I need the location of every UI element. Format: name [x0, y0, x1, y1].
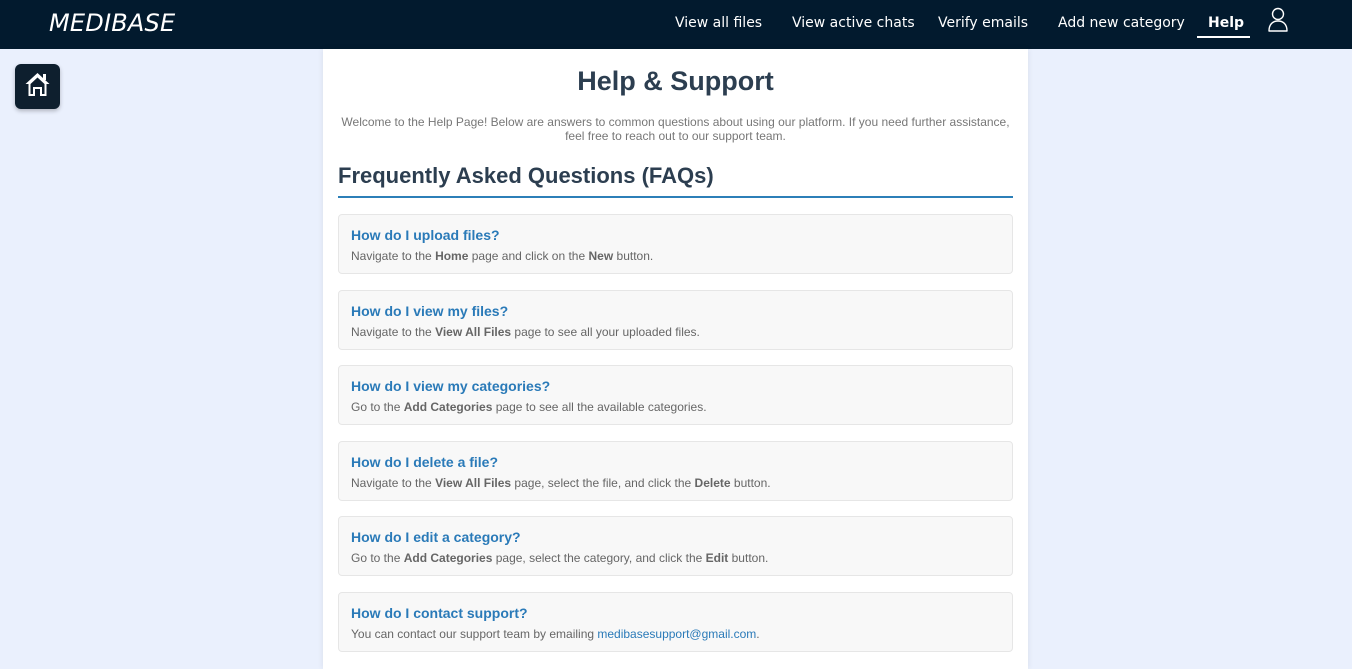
faq-answer: Go to the Add Categories page, select th…	[351, 551, 769, 565]
faq-question: How do I edit a category?	[351, 529, 521, 545]
page-title: Help & Support	[577, 66, 774, 96]
faq-item: How do I delete a file? Navigate to the …	[338, 441, 1013, 501]
faq-question: How do I view my categories?	[351, 378, 551, 394]
faq-answer: Navigate to the Home page and click on t…	[351, 249, 654, 263]
faq-question: How do I contact support?	[351, 605, 528, 621]
nav-add-new-category[interactable]: Add new category	[1058, 14, 1185, 32]
support-email-link[interactable]: medibasesupport@gmail.com	[597, 627, 756, 641]
faq-question: How do I delete a file?	[351, 454, 499, 470]
user-icon[interactable]	[1266, 7, 1290, 33]
faq-question: How do I upload files?	[351, 227, 500, 243]
brand-logo[interactable]: MEDIBASE	[49, 9, 175, 37]
faq-divider	[338, 196, 1013, 198]
home-icon	[25, 73, 50, 96]
faq-item: How do I view my files? Navigate to the …	[338, 290, 1013, 350]
faq-answer: Navigate to the View All Files page, sel…	[351, 476, 771, 490]
faq-heading: Frequently Asked Questions (FAQs)	[338, 163, 714, 188]
help-content-card: Help & Support Welcome to the Help Page!…	[323, 49, 1028, 669]
faq-question: How do I view my files?	[351, 303, 509, 319]
active-nav-indicator	[1197, 36, 1250, 38]
faq-answer: You can contact our support team by emai…	[351, 627, 760, 641]
nav-verify-emails[interactable]: Verify emails	[938, 14, 1028, 32]
faq-item: How do I upload files? Navigate to the H…	[338, 214, 1013, 274]
faq-item: How do I view my categories? Go to the A…	[338, 365, 1013, 425]
faq-answer: Go to the Add Categories page to see all…	[351, 400, 707, 414]
intro-text: Welcome to the Help Page! Below are answ…	[341, 115, 1010, 143]
faq-answer: Navigate to the View All Files page to s…	[351, 325, 700, 339]
top-navbar: MEDIBASE View all files View active chat…	[0, 0, 1352, 49]
home-button[interactable]	[15, 64, 60, 109]
faq-item: How do I edit a category? Go to the Add …	[338, 516, 1013, 576]
faq-item: How do I contact support? You can contac…	[338, 592, 1013, 652]
nav-view-active-chats[interactable]: View active chats	[792, 14, 915, 32]
nav-view-all-files[interactable]: View all files	[675, 14, 762, 32]
nav-help[interactable]: Help	[1208, 14, 1244, 32]
